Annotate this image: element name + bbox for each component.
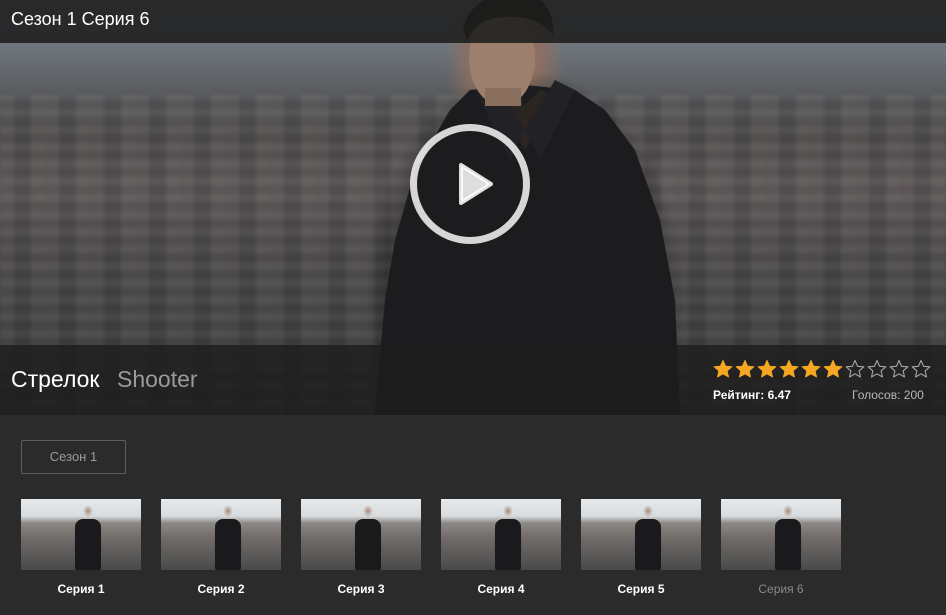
star-icon[interactable]: [756, 359, 778, 379]
episode-thumbnail[interactable]: [581, 499, 701, 570]
star-icon[interactable]: [712, 359, 734, 379]
star-icon[interactable]: [734, 359, 756, 379]
star-icon[interactable]: [866, 359, 888, 379]
episode-thumbnail[interactable]: [301, 499, 421, 570]
video-player[interactable]: Сезон 1 Серия 6 Стрелок Shooter: [0, 0, 946, 415]
votes-count: Голосов: 200: [852, 388, 924, 402]
episode-label[interactable]: Серия 6: [721, 582, 841, 596]
episode-card[interactable]: Серия 6: [721, 499, 841, 599]
episode-label[interactable]: Серия 5: [581, 582, 701, 596]
season-selector-button[interactable]: Сезон 1: [21, 440, 126, 474]
episode-thumbnail[interactable]: [721, 499, 841, 570]
episode-thumbnail[interactable]: [161, 499, 281, 570]
episode-label[interactable]: Серия 1: [21, 582, 141, 596]
episode-card[interactable]: Серия 5: [581, 499, 701, 599]
play-circle-icon: [459, 163, 493, 205]
episode-label[interactable]: Серия 2: [161, 582, 281, 596]
star-icon[interactable]: [844, 359, 866, 379]
show-info-bar: Стрелок Shooter: [0, 345, 946, 415]
episode-card[interactable]: Серия 3: [301, 499, 421, 599]
show-title-en: Shooter: [117, 366, 198, 392]
play-button[interactable]: [410, 124, 530, 244]
star-icon[interactable]: [778, 359, 800, 379]
rating-stars[interactable]: [712, 359, 932, 379]
episode-thumbnail[interactable]: [441, 499, 561, 570]
episode-label[interactable]: Серия 4: [441, 582, 561, 596]
star-icon[interactable]: [822, 359, 844, 379]
episode-label[interactable]: Серия 3: [301, 582, 421, 596]
rating-value: Рейтинг: 6.47: [713, 388, 791, 402]
episode-list: Серия 1 Серия 2 Серия 3 Серия 4 Серия 5 Серия…: [21, 499, 921, 609]
show-title-ru: Стрелок: [11, 366, 100, 392]
star-icon[interactable]: [800, 359, 822, 379]
star-icon[interactable]: [888, 359, 910, 379]
episode-thumbnail[interactable]: [21, 499, 141, 570]
episode-card[interactable]: Серия 1: [21, 499, 141, 599]
episode-title: Сезон 1 Серия 6: [11, 9, 150, 29]
star-icon[interactable]: [910, 359, 932, 379]
episode-card[interactable]: Серия 2: [161, 499, 281, 599]
episode-title-bar: Сезон 1 Серия 6: [0, 0, 946, 43]
episode-card[interactable]: Серия 4: [441, 499, 561, 599]
